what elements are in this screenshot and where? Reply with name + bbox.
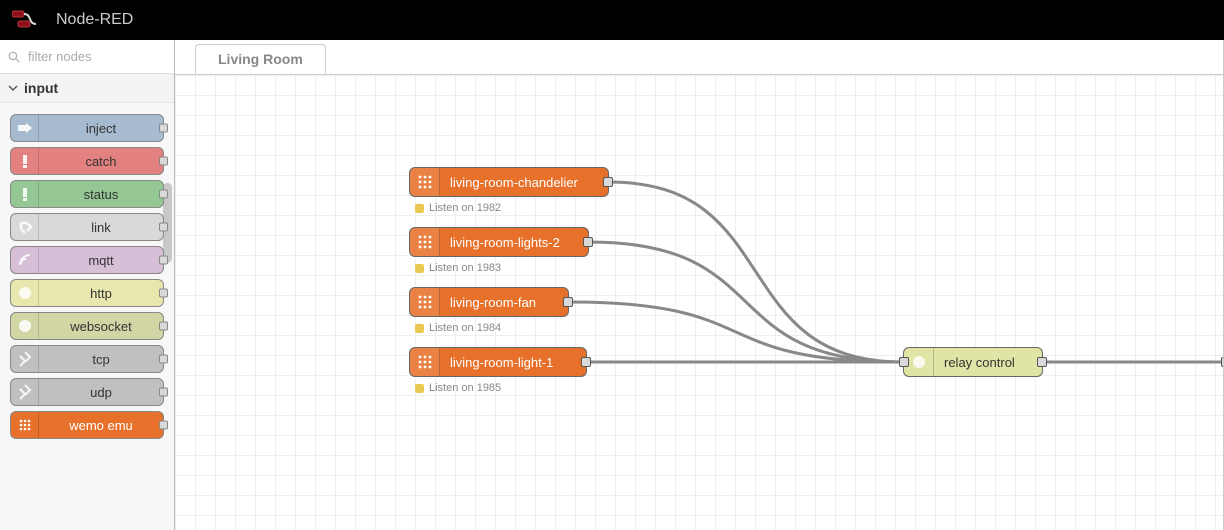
palette-node-mqtt[interactable]: mqtt [10,246,164,274]
mqtt-icon [11,247,39,273]
node-port [159,223,168,232]
output-port[interactable] [1037,357,1047,367]
node-port [159,355,168,364]
node-port [159,388,168,397]
node-port [159,421,168,430]
output-port[interactable] [583,237,593,247]
node-status: Listen on 1984 [415,322,501,334]
catch-icon [11,148,39,174]
http-icon [11,280,39,306]
node-red-logo-icon [12,9,46,32]
node-port [159,322,168,331]
tab-bar: Living Room [175,40,1223,74]
node-icon [410,228,440,256]
tab-living-room[interactable]: Living Room [195,44,326,74]
node-port [159,289,168,298]
node-icon [410,168,440,196]
tcp-icon [11,346,39,372]
input-port[interactable] [1221,357,1223,367]
node-status: Listen on 1985 [415,382,501,394]
node-port [159,256,168,265]
palette-node-tcp[interactable]: tcp [10,345,164,373]
node-port [159,124,168,133]
websocket-icon [11,313,39,339]
palette-node-http[interactable]: http [10,279,164,307]
palette-node-catch[interactable]: catch [10,147,164,175]
udp-icon [11,379,39,405]
app-title: Node-RED [56,11,133,29]
chevron-down-icon [8,83,18,93]
filter-nodes-field[interactable] [0,40,174,74]
node-icon [410,288,440,316]
search-icon [8,51,20,63]
output-port[interactable] [603,177,613,187]
flow-wire[interactable] [569,302,903,362]
flow-wire[interactable] [589,242,903,362]
palette-list: inject catch status link mqtt http websocket tc… [0,103,174,530]
output-port[interactable] [563,297,573,307]
palette-node-udp[interactable]: udp [10,378,164,406]
node-status: Listen on 1982 [415,202,501,214]
app-header: Node-RED [0,0,1224,40]
status-icon [11,181,39,207]
flow-node-relay[interactable]: relay control [903,347,1043,377]
node-status: Listen on 1983 [415,262,501,274]
input-port[interactable] [899,357,909,367]
flow-node-n2[interactable]: living-room-lights-2Listen on 1983 [409,227,589,257]
palette-node-websocket[interactable]: websocket [10,312,164,340]
inject-icon [11,115,39,141]
output-port[interactable] [581,357,591,367]
palette-sidebar: input inject catch status link mqtt http webso… [0,40,175,530]
node-icon [410,348,440,376]
flow-node-n1[interactable]: living-room-chandelierListen on 1982 [409,167,609,197]
palette-category-input[interactable]: input [0,74,174,103]
wemo-emu-icon [11,412,39,438]
node-port [159,157,168,166]
palette-node-status[interactable]: status [10,180,164,208]
node-port [159,190,168,199]
palette-node-wemo-emu[interactable]: wemo emu [10,411,164,439]
filter-nodes-input[interactable] [26,48,166,65]
palette-node-inject[interactable]: inject [10,114,164,142]
flow-node-n3[interactable]: living-room-fanListen on 1984 [409,287,569,317]
flow-wire[interactable] [609,182,903,362]
flow-node-n4[interactable]: living-room-light-1Listen on 1985 [409,347,587,377]
palette-node-link[interactable]: link [10,213,164,241]
flow-canvas[interactable]: living-room-chandelierListen on 1982 livi… [175,74,1223,530]
link-icon [11,214,39,240]
